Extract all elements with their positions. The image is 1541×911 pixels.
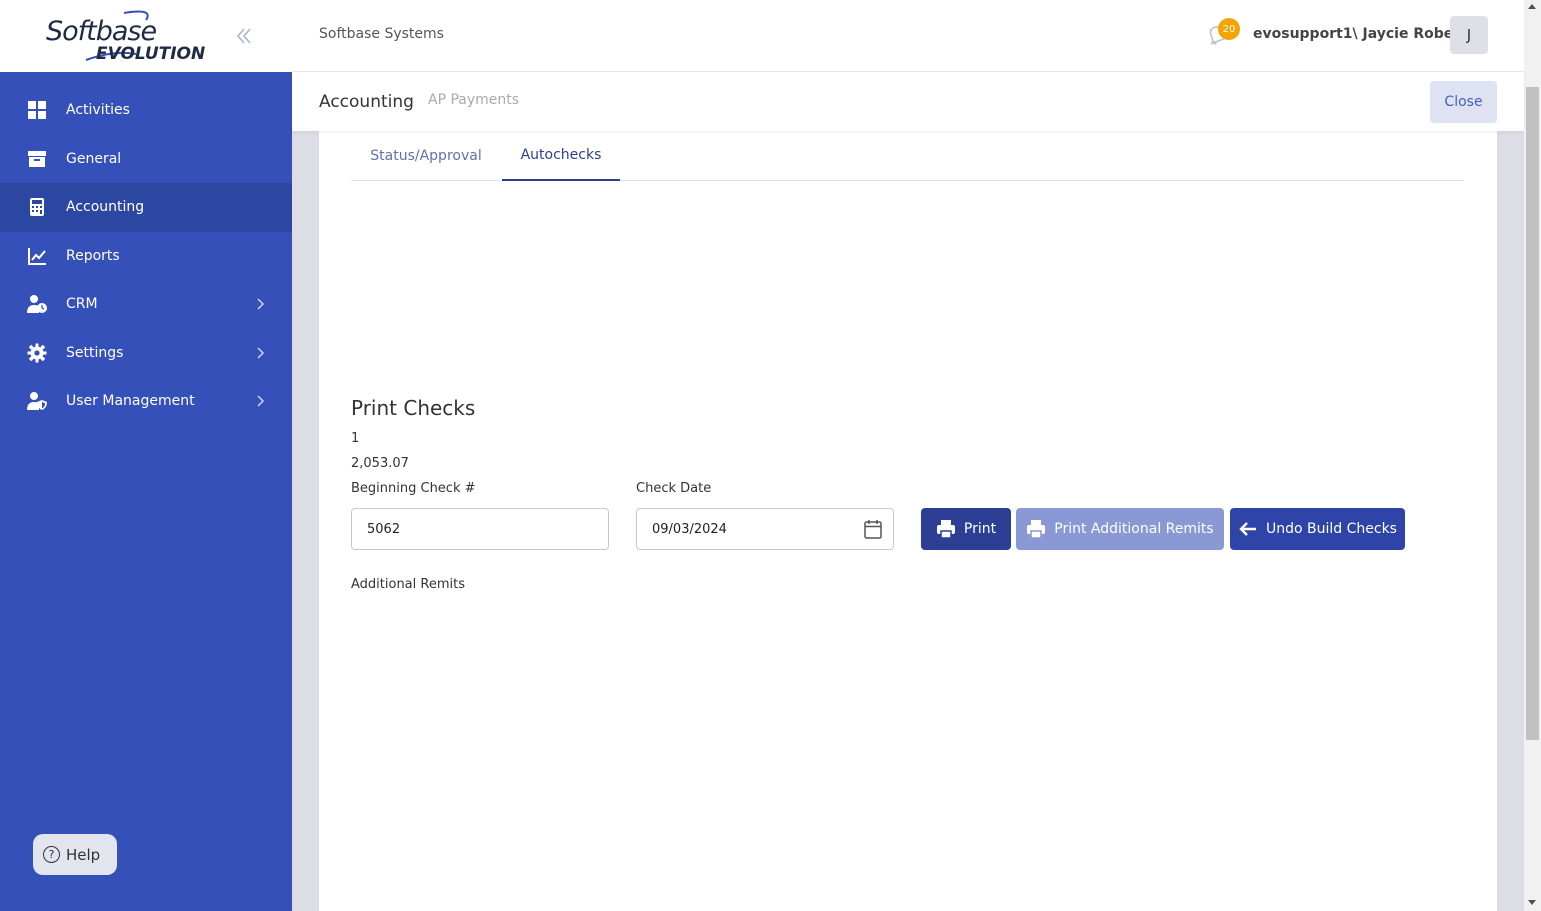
sidebar-item-label: General [66,150,122,167]
printer-icon [1026,519,1046,539]
logo-area: Softbase EVOLUTION [0,0,292,72]
user-shield-icon [26,390,48,412]
double-chevron-left-icon [236,28,251,44]
chevron-right-icon [257,347,265,359]
sidebar-item-label: Activities [66,102,130,119]
scrollbar-thumb[interactable] [1526,87,1539,740]
archive-box-icon [26,148,48,170]
sidebar: Softbase EVOLUTION Activities General Ac… [0,0,292,911]
calculator-icon [26,196,48,218]
sidebar-item-general[interactable]: General [0,135,292,184]
user-clock-icon [26,293,48,315]
grid-icon [26,99,48,121]
help-button[interactable]: ? Help [33,834,117,875]
calendar-icon[interactable] [864,519,882,539]
softbase-logo[interactable]: Softbase EVOLUTION [44,10,214,66]
scroll-down-arrow-icon[interactable] [1528,900,1536,905]
breadcrumb-section: Accounting [319,92,414,112]
scroll-up-arrow-icon[interactable] [1528,4,1536,9]
sidebar-item-label: Reports [66,247,120,264]
beginning-check-label: Beginning Check # [351,481,476,496]
printer-icon [936,519,956,539]
print-checks-title: Print Checks [351,396,476,420]
print-additional-remits-label: Print Additional Remits [1054,521,1214,537]
check-date-label: Check Date [636,481,712,496]
question-circle-icon: ? [43,846,60,863]
sidebar-item-label: User Management [66,393,195,410]
check-total-amount: 2,053.07 [351,456,409,471]
sidebar-item-activities[interactable]: Activities [0,86,292,135]
sidebar-item-label: Accounting [66,199,145,216]
line-chart-icon [26,245,48,267]
page-header: Accounting AP Payments Close [292,73,1524,131]
page-scrollbar[interactable] [1524,0,1541,911]
sidebar-item-label: Settings [66,344,124,361]
check-date-input[interactable] [637,509,857,549]
beginning-check-input[interactable] [351,508,609,550]
top-header: Softbase Systems 20 evosupport1\ Jaycie … [292,0,1524,72]
undo-build-checks-button[interactable]: Undo Build Checks [1230,508,1405,550]
user-name[interactable]: evosupport1\ Jaycie Roberts [1253,26,1475,42]
notification-count-badge: 20 [1218,18,1240,40]
chevron-right-icon [257,298,265,310]
sidebar-item-label: CRM [66,296,98,313]
undo-build-checks-label: Undo Build Checks [1266,521,1397,537]
print-button-label: Print [963,521,997,537]
logo-text-bottom: EVOLUTION [96,44,206,64]
sidebar-item-crm[interactable]: CRM [0,280,292,329]
breadcrumb-page: AP Payments [428,92,520,108]
sidebar-item-user-management[interactable]: User Management [0,377,292,426]
tab-autochecks[interactable]: Autochecks [502,131,620,181]
avatar[interactable]: J [1450,16,1488,54]
sidebar-item-reports[interactable]: Reports [0,232,292,281]
tab-status-approval[interactable]: Status/Approval [351,131,501,181]
check-date-field [636,508,894,550]
print-additional-remits-button[interactable]: Print Additional Remits [1016,508,1224,550]
sidebar-item-accounting[interactable]: Accounting [0,183,292,232]
chevron-right-icon [257,395,265,407]
additional-remits-label: Additional Remits [351,577,465,592]
print-button[interactable]: Print [921,508,1011,550]
check-count: 1 [351,431,360,446]
arrow-left-icon [1238,519,1258,539]
collapse-sidebar-button[interactable] [232,24,256,48]
sidebar-nav: Activities General Accounting Reports CR… [0,86,292,426]
sidebar-item-settings[interactable]: Settings [0,329,292,378]
gear-icon [26,342,48,364]
close-button[interactable]: Close [1430,81,1497,123]
tab-bar: Status/Approval Autochecks [351,131,1464,181]
company-name: Softbase Systems [319,26,444,42]
logo-text-top: Softbase [46,16,157,47]
help-label: Help [66,845,101,864]
